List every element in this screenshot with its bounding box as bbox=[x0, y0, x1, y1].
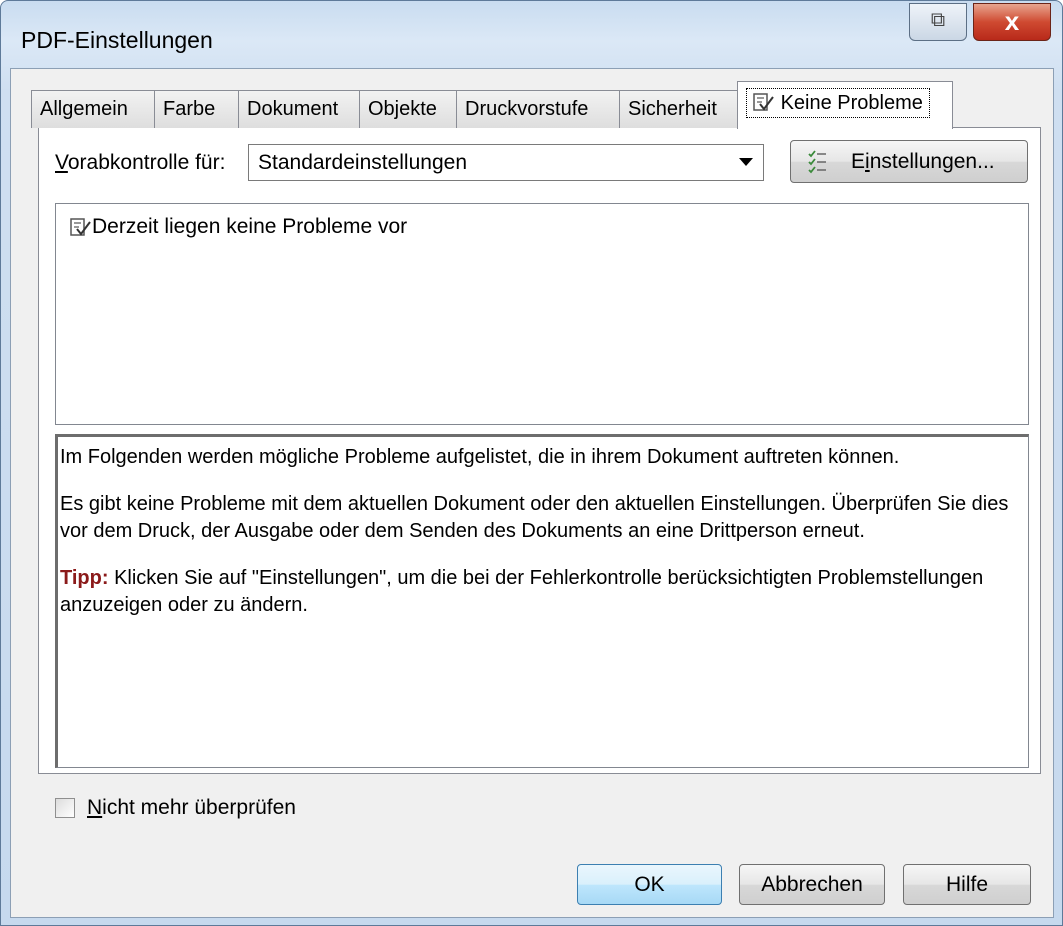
close-icon: x bbox=[1004, 6, 1020, 36]
window-title: PDF-Einstellungen bbox=[21, 27, 213, 53]
tab-dokument[interactable]: Dokument bbox=[238, 90, 360, 128]
tab-allgemein[interactable]: Allgemein bbox=[31, 90, 155, 128]
tip-label: Tipp: bbox=[60, 567, 109, 589]
description-tip: Tipp: Klicken Sie auf "Einstellungen", u… bbox=[60, 565, 1020, 619]
checkbox-label-mnemonic: N bbox=[87, 796, 103, 819]
preflight-label: Vorabkontrolle für: bbox=[55, 151, 225, 175]
restore-window-icon: ⧉ bbox=[930, 9, 946, 31]
ok-button[interactable]: OK bbox=[577, 864, 722, 905]
dialog-window: PDF-Einstellungen ⧉ x Allgemein Farbe Do… bbox=[0, 0, 1063, 926]
tab-sicherheit[interactable]: Sicherheit bbox=[619, 90, 739, 128]
tab-focus-rect: Keine Probleme bbox=[746, 88, 930, 118]
list-item[interactable]: Derzeit liegen keine Probleme vor bbox=[70, 215, 407, 239]
tab-druckvorstufe[interactable]: Druckvorstufe bbox=[456, 90, 620, 128]
help-button[interactable]: Hilfe bbox=[903, 864, 1031, 905]
settings-label-post: nstellungen... bbox=[869, 150, 995, 173]
tip-text: Klicken Sie auf "Einstellungen", um die … bbox=[60, 567, 984, 616]
list-item-label: Derzeit liegen keine Probleme vor bbox=[92, 215, 408, 238]
tab-keine-probleme[interactable]: Keine Probleme bbox=[737, 81, 953, 129]
cancel-button[interactable]: Abbrechen bbox=[739, 864, 885, 905]
preflight-profile-dropdown[interactable]: Standardeinstellungen bbox=[248, 144, 764, 181]
dont-check-again-checkbox[interactable] bbox=[55, 798, 75, 818]
tab-objekte[interactable]: Objekte bbox=[359, 90, 457, 128]
settings-button[interactable]: Einstellungen... bbox=[790, 140, 1028, 183]
checklist-check-icon bbox=[70, 218, 91, 236]
tab-keine-probleme-label: Keine Probleme bbox=[780, 92, 923, 114]
preflight-label-text: orabkontrolle für: bbox=[67, 151, 226, 174]
issues-list[interactable]: Derzeit liegen keine Probleme vor bbox=[55, 203, 1029, 425]
description-status: Es gibt keine Probleme mit dem aktuellen… bbox=[60, 493, 1009, 542]
preflight-label-mnemonic: V bbox=[55, 151, 68, 174]
description-box: Im Folgenden werden mögliche Probleme au… bbox=[55, 434, 1029, 768]
close-button[interactable]: x bbox=[973, 3, 1051, 41]
tab-farbe[interactable]: Farbe bbox=[154, 90, 239, 128]
chevron-down-icon bbox=[739, 158, 753, 166]
settings-label-pre: E bbox=[851, 150, 866, 173]
checklist-settings-icon bbox=[808, 150, 826, 174]
checkbox-label-text: icht mehr überprüfen bbox=[102, 796, 296, 819]
settings-button-label: Einstellungen... bbox=[851, 150, 995, 174]
dont-check-again-label[interactable]: Nicht mehr überprüfen bbox=[87, 796, 296, 820]
restore-button[interactable]: ⧉ bbox=[909, 3, 967, 41]
preflight-profile-value: Standardeinstellungen bbox=[258, 151, 467, 174]
description-intro: Im Folgenden werden mögliche Probleme au… bbox=[60, 446, 900, 468]
checklist-check-icon bbox=[753, 93, 774, 111]
